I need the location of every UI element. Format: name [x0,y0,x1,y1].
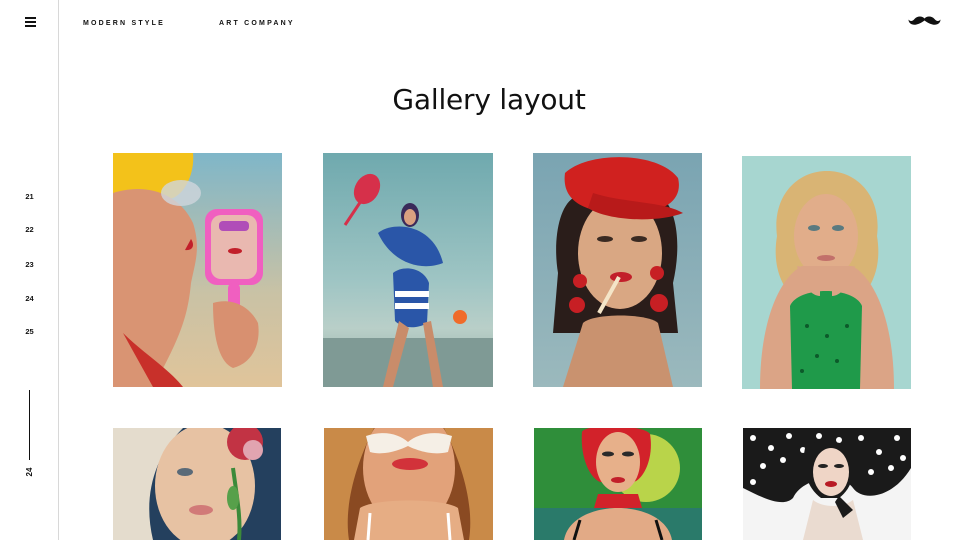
gallery-image-white-sunglasses[interactable] [324,428,493,540]
gallery-image-carnation[interactable] [113,428,281,540]
gallery-image-red-headscarf[interactable] [534,428,702,540]
gallery-image-red-cap[interactable] [533,153,702,387]
gallery-image-swim-cap-mirror[interactable] [113,153,282,387]
gallery-image-blue-swimsuit[interactable] [323,153,493,387]
gallery-image-polka-dot-hat[interactable] [743,428,911,540]
gallery-image-green-swimsuit[interactable] [742,156,911,389]
gallery-grid [0,0,960,540]
